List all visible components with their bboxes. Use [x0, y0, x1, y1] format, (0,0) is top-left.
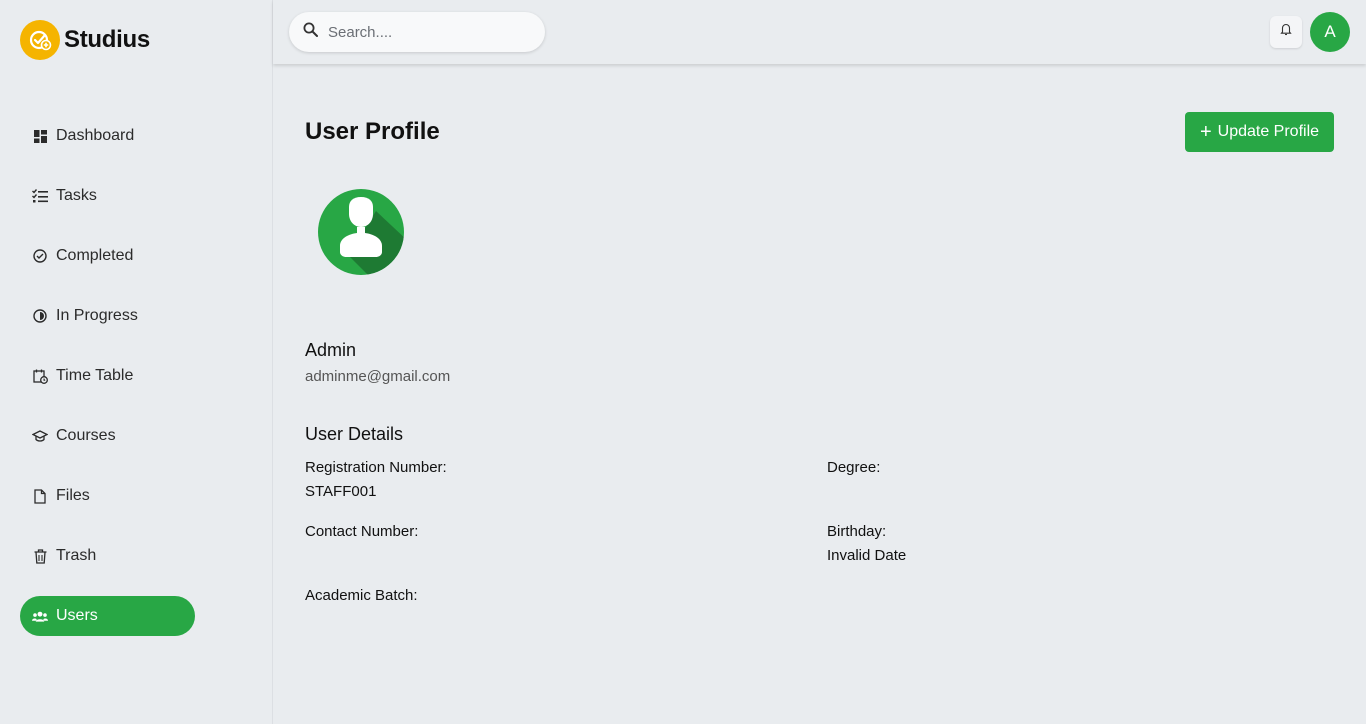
- calendar-clock-icon: [32, 368, 48, 384]
- file-icon: [32, 488, 48, 504]
- sidebar-item-label: Users: [56, 607, 98, 624]
- sidebar-item-dashboard[interactable]: Dashboard: [20, 116, 195, 156]
- users-icon: [32, 608, 48, 624]
- sidebar-item-trash[interactable]: Trash: [20, 536, 195, 576]
- registration-number-field: Registration Number: STAFF001: [305, 456, 447, 504]
- sidebar-item-label: Tasks: [56, 187, 97, 204]
- bell-icon: [1280, 23, 1292, 41]
- user-details-heading: User Details: [305, 424, 404, 444]
- sidebar-item-label: Dashboard: [56, 127, 135, 144]
- degree-field: Degree:: [827, 456, 880, 480]
- user-name: Admin: [305, 340, 357, 360]
- birthday-label: Birthday:: [827, 523, 887, 540]
- sidebar-item-label: Time Table: [56, 367, 134, 384]
- half-circle-icon: [32, 308, 48, 324]
- notifications-button[interactable]: [1270, 16, 1302, 48]
- sidebar-item-in-progress[interactable]: In Progress: [20, 296, 195, 336]
- contact-number-field: Contact Number:: [305, 520, 418, 544]
- sidebar-item-label: Trash: [56, 547, 97, 564]
- sidebar-item-courses[interactable]: Courses: [20, 416, 195, 456]
- update-profile-button[interactable]: + Update Profile: [1185, 112, 1334, 152]
- graduation-cap-icon: [32, 428, 48, 444]
- sidebar-nav: Dashboard Tasks Completed In Progress Ti…: [20, 116, 195, 656]
- sidebar-item-tasks[interactable]: Tasks: [20, 176, 195, 216]
- trash-icon: [32, 548, 48, 564]
- profile-picture: [318, 189, 404, 275]
- sidebar-item-label: Completed: [56, 247, 134, 264]
- academic-batch-field: Academic Batch:: [305, 584, 418, 608]
- sidebar: Studius Dashboard Tasks Completed In Pro…: [0, 0, 273, 724]
- user-avatar[interactable]: A: [1310, 12, 1350, 52]
- birthday-value: Invalid Date: [827, 547, 907, 564]
- registration-number-value: STAFF001: [305, 483, 377, 500]
- registration-number-label: Registration Number:: [305, 459, 447, 476]
- sidebar-item-users[interactable]: Users: [20, 596, 195, 636]
- dashboard-icon: [32, 128, 48, 144]
- search-icon: [303, 22, 318, 42]
- sidebar-item-files[interactable]: Files: [20, 476, 195, 516]
- sidebar-item-time-table[interactable]: Time Table: [20, 356, 195, 396]
- sidebar-item-completed[interactable]: Completed: [20, 236, 195, 276]
- update-profile-label: Update Profile: [1217, 123, 1320, 140]
- user-silhouette-icon: [318, 189, 404, 275]
- contact-number-label: Contact Number:: [305, 523, 419, 540]
- check-circle-icon: [32, 248, 48, 264]
- page-title: User Profile: [305, 118, 440, 145]
- search-input[interactable]: [328, 23, 528, 41]
- top-bar: A: [273, 0, 1366, 64]
- app-name: Studius: [64, 26, 150, 53]
- app-logo[interactable]: Studius: [20, 20, 150, 60]
- birthday-field: Birthday: Invalid Date: [827, 520, 906, 568]
- academic-batch-label: Academic Batch:: [305, 587, 418, 604]
- tasks-icon: [32, 188, 48, 204]
- plus-icon: +: [1199, 121, 1212, 143]
- sidebar-item-label: In Progress: [56, 307, 138, 324]
- degree-label: Degree:: [827, 459, 881, 476]
- sidebar-item-label: Files: [56, 487, 90, 504]
- sidebar-item-label: Courses: [56, 427, 116, 444]
- user-email: adminme@gmail.com: [305, 368, 451, 385]
- logo-check-icon: [20, 20, 60, 60]
- search-box[interactable]: [289, 12, 545, 52]
